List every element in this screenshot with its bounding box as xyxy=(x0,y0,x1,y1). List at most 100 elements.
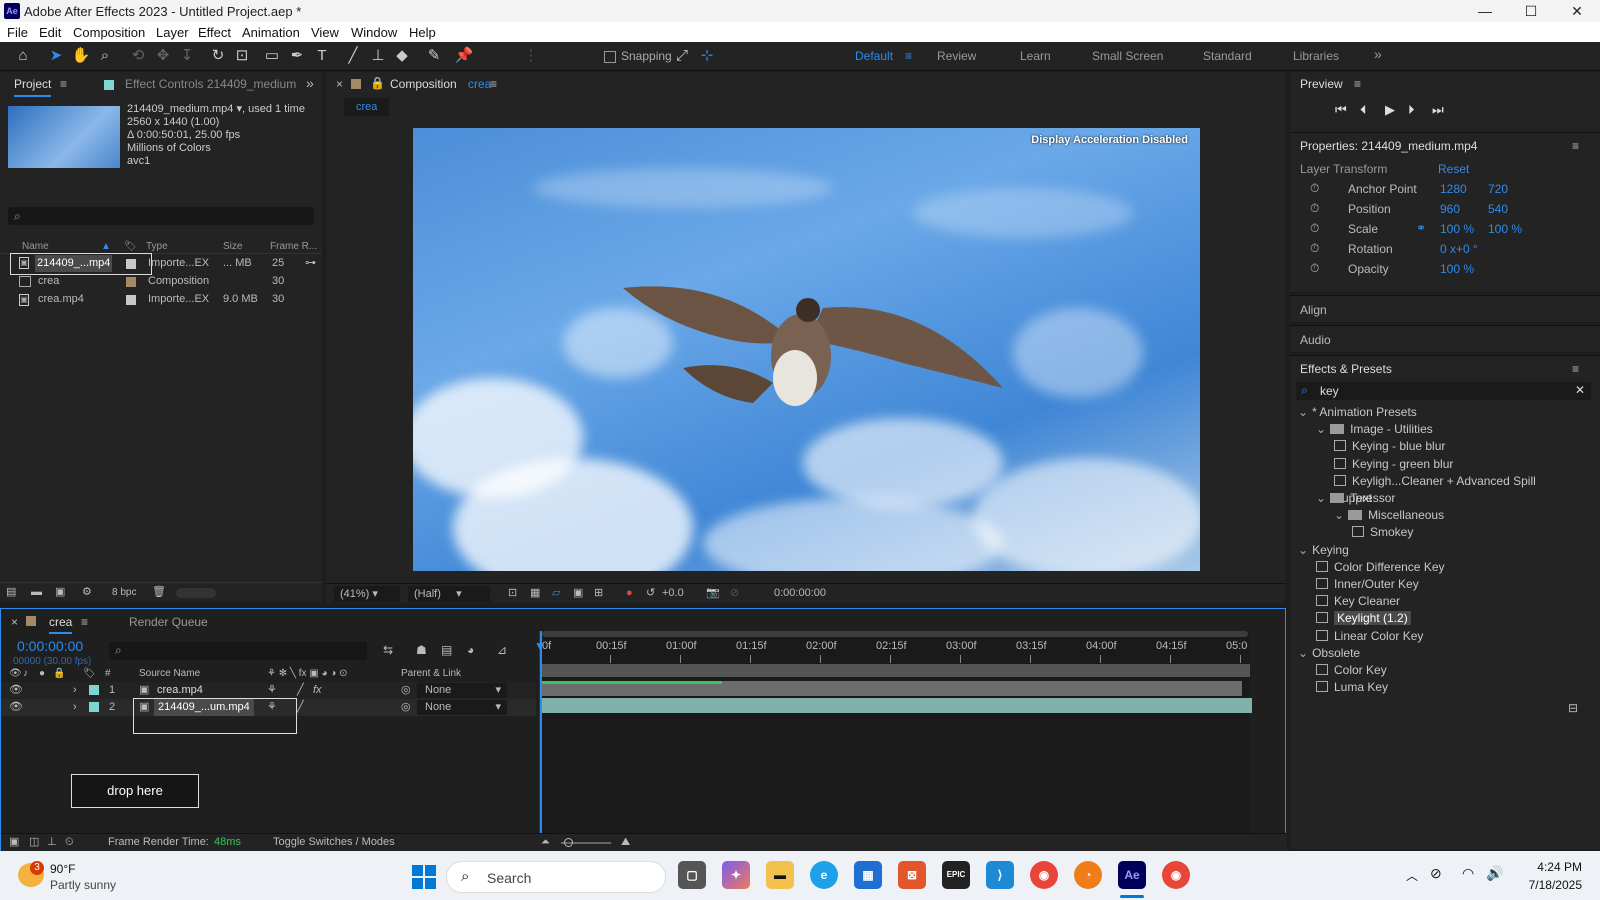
close-button[interactable]: ✕ xyxy=(1554,1,1600,21)
parent-select[interactable]: None ▾ xyxy=(417,700,507,715)
layer-name[interactable]: crea.mp4 xyxy=(157,682,203,699)
effects-item[interactable]: Luma Key xyxy=(1316,679,1388,696)
comp-breadcrumb[interactable]: crea xyxy=(344,98,390,116)
chevron-down-icon[interactable]: ⌄ xyxy=(1298,543,1308,557)
magnification-select[interactable]: (41%) ▾ xyxy=(334,586,400,602)
pick-whip-icon[interactable]: ◎ xyxy=(401,699,411,716)
chevron-down-icon[interactable]: ⌄ xyxy=(1298,405,1308,419)
delete-icon[interactable]: 🗑 xyxy=(152,584,166,601)
playhead-handle-icon[interactable]: ▼ xyxy=(534,639,546,653)
snap-options-icon[interactable]: ⤢ xyxy=(672,46,692,66)
workspace-small-screen[interactable]: Small Screen xyxy=(1092,49,1163,63)
chrome-profile-icon[interactable]: ◉ xyxy=(1162,861,1190,889)
layer-label[interactable] xyxy=(89,685,99,695)
stopwatch-icon[interactable]: ⏱ xyxy=(1310,221,1319,236)
effects-folder[interactable]: ⌄ Miscellaneous xyxy=(1334,507,1444,524)
clear-search-icon[interactable]: ✕ xyxy=(1575,383,1585,397)
work-area-bar[interactable] xyxy=(542,631,1248,637)
motion-blur-icon[interactable]: ◕ xyxy=(467,643,474,657)
prop-value-1[interactable]: 1280 xyxy=(1440,182,1467,196)
visibility-icon[interactable]: 👁 xyxy=(9,699,23,716)
rotate-tool-icon[interactable]: ↻ xyxy=(208,46,228,66)
after-effects-taskbar-icon[interactable]: Ae xyxy=(1118,861,1146,889)
work-area-span[interactable] xyxy=(540,664,1250,677)
chrome-icon[interactable]: ◉ xyxy=(1030,861,1058,889)
bit-depth[interactable]: 8 bpc xyxy=(112,584,136,601)
effects-category[interactable]: ⌄ * Animation Presets xyxy=(1298,404,1417,421)
brush-tool-icon[interactable]: ╱ xyxy=(343,46,363,66)
tab-timeline-crea[interactable]: crea xyxy=(49,615,73,634)
workspace-review[interactable]: Review xyxy=(937,49,976,63)
playhead[interactable] xyxy=(540,631,542,843)
grid-guides-icon[interactable]: ⊞ xyxy=(594,585,603,602)
eraser-tool-icon[interactable]: ◆ xyxy=(392,46,412,66)
reset-exposure-icon[interactable]: ↺ xyxy=(646,585,655,602)
menu-layer[interactable]: Layer xyxy=(156,25,189,40)
volume-icon[interactable]: 🔊 xyxy=(1486,865,1503,882)
expand-layer-icon[interactable]: › xyxy=(73,682,77,699)
prop-value-1[interactable]: 100 % xyxy=(1440,262,1474,276)
exposure-value[interactable]: +0.0 xyxy=(662,585,684,602)
layer-row-1[interactable]: 👁 › 1 ▣ crea.mp4 ⚘ ╱ fx ◎ None ▾ xyxy=(1,682,536,699)
store-icon[interactable]: ▦ xyxy=(854,861,882,889)
thumbnail-size-slider[interactable] xyxy=(176,588,216,598)
clock-date[interactable]: 7/18/2025 xyxy=(1520,878,1582,892)
panel-overflow-icon[interactable]: » xyxy=(306,75,314,91)
new-comp-icon[interactable]: ▣ xyxy=(55,584,65,601)
minimize-button[interactable]: — xyxy=(1462,1,1508,21)
orbit-tool-icon[interactable]: ⟲ xyxy=(128,46,148,66)
snapping-checkbox[interactable] xyxy=(604,51,616,63)
prop-value-1[interactable]: 0 x+0 ° xyxy=(1440,242,1478,256)
weather-temp[interactable]: 90°F xyxy=(50,862,75,876)
workspace-libraries[interactable]: Libraries xyxy=(1293,49,1339,63)
comp-timecode[interactable]: 0:00:00:00 xyxy=(774,585,826,602)
workspace-menu-icon[interactable]: ≡ xyxy=(905,49,912,63)
edge-icon[interactable]: e xyxy=(810,861,838,889)
mask-visibility-icon[interactable]: ▱ xyxy=(552,585,560,602)
effects-item[interactable]: Inner/Outer Key xyxy=(1316,576,1419,593)
effects-item[interactable]: Keyligh...Cleaner + Advanced Spill Suppr… xyxy=(1334,473,1600,505)
dolly-tool-icon[interactable]: ↧ xyxy=(177,46,197,66)
expand-layer-icon[interactable]: › xyxy=(73,699,77,716)
pan-behind-tool-icon[interactable]: ⊡ xyxy=(232,46,252,66)
task-view-icon[interactable]: ▢ xyxy=(678,861,706,889)
menu-effect[interactable]: Effect xyxy=(198,25,231,40)
clock-time[interactable]: 4:24 PM xyxy=(1520,860,1582,874)
tab-render-queue[interactable]: Render Queue xyxy=(129,615,208,629)
pan-tool-icon[interactable]: ✥ xyxy=(153,46,173,66)
last-frame-icon[interactable]: ⏭ xyxy=(1432,102,1444,118)
properties-menu-icon[interactable]: ≡ xyxy=(1572,139,1579,153)
home-icon[interactable]: ⌂ xyxy=(13,46,33,66)
layer-switches-icon[interactable]: ▣ xyxy=(9,834,19,851)
effects-menu-icon[interactable]: ≡ xyxy=(1572,362,1579,376)
menu-animation[interactable]: Animation xyxy=(242,25,300,40)
stopwatch-icon[interactable]: ⏱ xyxy=(1310,241,1319,256)
chevron-down-icon[interactable]: ⌄ xyxy=(1316,491,1326,505)
quality-switch-icon[interactable]: ╱ xyxy=(297,682,304,699)
region-of-interest-icon[interactable]: ▣ xyxy=(573,585,583,602)
menu-file[interactable]: File xyxy=(7,25,28,40)
graph-editor-icon[interactable]: ⊿ xyxy=(497,643,507,657)
timeline-menu-icon[interactable]: ≡ xyxy=(81,615,88,629)
maximize-button[interactable]: ☐ xyxy=(1508,1,1554,21)
interpret-footage-icon[interactable]: ▤ xyxy=(6,584,16,601)
effects-category[interactable]: ⌄ Keying xyxy=(1298,542,1349,559)
render-time-icon[interactable]: ⏲ xyxy=(65,834,74,851)
menu-help[interactable]: Help xyxy=(409,25,436,40)
snap-target-icon[interactable]: ⊹ xyxy=(697,46,717,66)
comp-name[interactable]: crea xyxy=(468,77,491,91)
project-settings-icon[interactable]: ⚙ xyxy=(82,584,92,601)
effects-folder[interactable]: ⌄ Image - Utilities xyxy=(1316,421,1433,438)
weather-desc[interactable]: Partly sunny xyxy=(50,878,116,892)
copilot-icon[interactable]: ✦ xyxy=(722,861,750,889)
menu-composition[interactable]: Composition xyxy=(73,25,145,40)
prop-value-1[interactable]: 960 xyxy=(1440,202,1460,216)
roto-brush-icon[interactable]: ✎ xyxy=(424,46,444,66)
project-menu-icon[interactable]: ≡ xyxy=(60,77,67,91)
stopwatch-icon[interactable]: ⏱ xyxy=(1310,201,1319,216)
menu-edit[interactable]: Edit xyxy=(39,25,61,40)
col-source-name[interactable]: Source Name xyxy=(139,665,200,682)
taskbar-search[interactable]: ⌕ Search xyxy=(446,861,666,893)
timeline-timecode[interactable]: 0:00:00:00 xyxy=(17,638,83,654)
chevron-down-icon[interactable]: ⌄ xyxy=(1334,508,1344,522)
